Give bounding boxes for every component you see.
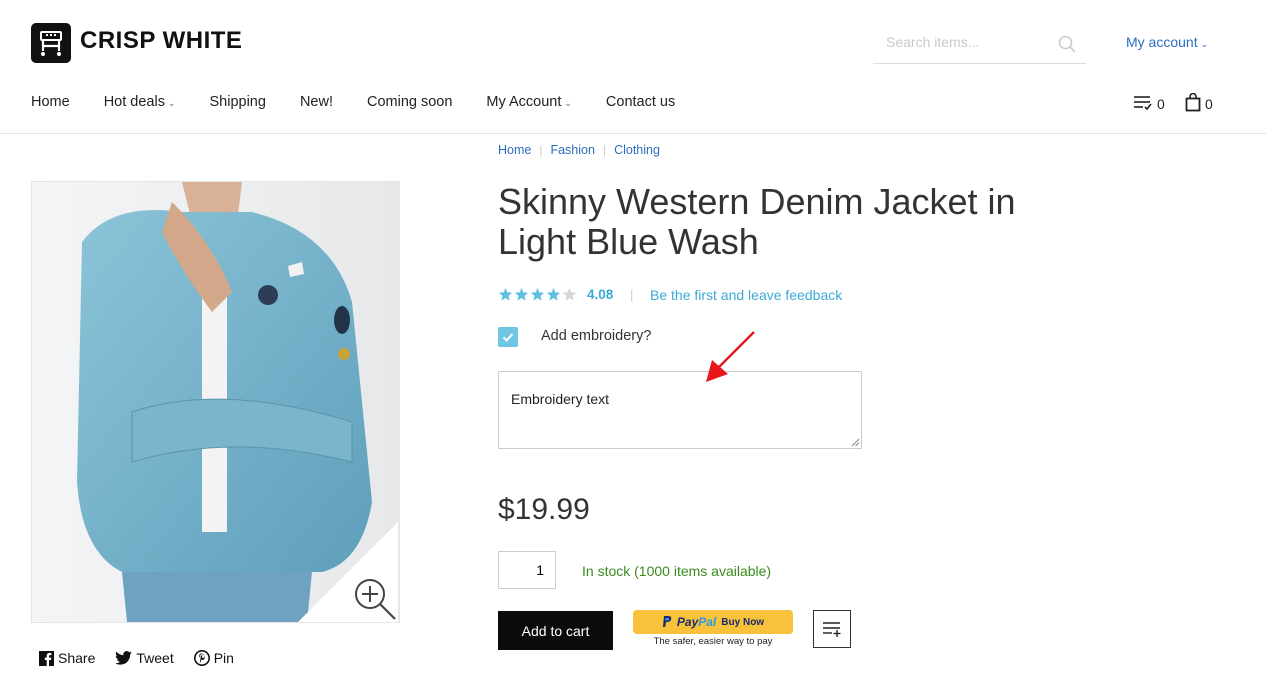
nav-item-label: Shipping xyxy=(209,94,266,110)
star-icon xyxy=(498,287,513,301)
star-icon xyxy=(514,287,529,301)
pinterest-pin-label: Pin xyxy=(213,650,234,666)
rating-value: 4.08 xyxy=(587,287,614,302)
star-icon xyxy=(562,287,577,301)
resize-handle-icon[interactable] xyxy=(851,438,860,447)
nav-item-shipping[interactable]: Shipping xyxy=(210,94,266,114)
breadcrumb-link-clothing[interactable]: Clothing xyxy=(614,143,660,157)
pinterest-pin-button[interactable]: Pin xyxy=(193,650,234,666)
compare-count: 0 xyxy=(1157,96,1165,112)
search-box xyxy=(873,24,1086,64)
leave-feedback-link[interactable]: Be the first and leave feedback xyxy=(650,287,842,303)
breadcrumb-separator: | xyxy=(539,143,543,157)
checkmark-icon xyxy=(502,333,514,342)
paypal-tagline: The safer, easier way to pay xyxy=(653,636,773,647)
search-input[interactable] xyxy=(873,24,1056,60)
header-divider xyxy=(0,133,1266,134)
twitter-tweet-button[interactable]: Tweet xyxy=(115,650,174,666)
nav-item-label: Home xyxy=(31,94,70,110)
cart-bag-icon[interactable] xyxy=(1185,93,1201,112)
paypal-icon xyxy=(662,616,672,627)
twitter-icon xyxy=(115,651,133,665)
embroidery-textarea-frame xyxy=(498,371,862,449)
main-nav: Home Hot deals ⌄ Shipping New! Coming soon My … xyxy=(31,94,709,114)
star-icon xyxy=(530,287,545,301)
nav-item-new[interactable]: New! xyxy=(300,94,333,114)
annotation-arrow-icon xyxy=(706,331,755,382)
nav-item-label: New! xyxy=(299,94,333,110)
product-price: $19.99 xyxy=(498,493,590,526)
stock-status: In stock (1000 items available) xyxy=(582,563,772,579)
add-to-compare-button[interactable] xyxy=(813,610,851,648)
add-to-cart-button[interactable]: Add to cart xyxy=(498,611,613,650)
product-title: Skinny Western Denim Jacket in Light Blu… xyxy=(498,181,1016,262)
embroidery-text-input[interactable] xyxy=(499,372,861,448)
nav-item-my-account[interactable]: My Account ⌄ xyxy=(486,94,572,114)
paypal-pay-text: Pay xyxy=(676,615,699,629)
rating-stars xyxy=(498,287,577,302)
chevron-down-icon: ⌄ xyxy=(1200,39,1209,49)
embroidery-label: Add embroidery? xyxy=(541,328,652,344)
star-icon xyxy=(546,287,561,301)
pinterest-icon xyxy=(193,650,210,666)
facebook-icon xyxy=(39,650,54,666)
nav-item-coming-soon[interactable]: Coming soon xyxy=(367,94,452,114)
my-account-label: My account xyxy=(1126,34,1198,50)
embroidery-checkbox[interactable] xyxy=(498,327,518,347)
breadcrumb: Home | Fashion | Clothing xyxy=(498,143,660,157)
nav-item-label: Contact us xyxy=(605,94,676,110)
paypal-pal-text: Pal xyxy=(698,615,717,629)
nav-item-label: Coming soon xyxy=(366,94,453,110)
twitter-tweet-label: Tweet xyxy=(136,650,174,666)
paypal-buy-now-label: Buy Now xyxy=(721,616,765,628)
nav-item-home[interactable]: Home xyxy=(31,94,70,114)
paypal-buy-now-button[interactable]: PayPal Buy Now xyxy=(633,610,793,634)
quantity-input[interactable] xyxy=(499,552,555,588)
paypal-logo-text: PayPal xyxy=(677,615,716,629)
chevron-down-icon: ⌄ xyxy=(167,98,176,108)
search-icon[interactable] xyxy=(1058,35,1076,53)
facebook-share-label: Share xyxy=(58,650,96,666)
breadcrumb-link-fashion[interactable]: Fashion xyxy=(550,143,594,157)
my-account-dropdown[interactable]: My account ⌄ xyxy=(1126,34,1208,50)
zoom-icon[interactable] xyxy=(298,522,398,622)
logo-icon[interactable] xyxy=(31,23,71,63)
add-to-list-icon xyxy=(823,622,841,637)
nav-item-label: My Account xyxy=(486,94,562,110)
rating-divider: | xyxy=(630,287,634,302)
nav-item-label: Hot deals xyxy=(103,94,165,110)
breadcrumb-separator: | xyxy=(602,143,607,157)
nav-item-contact-us[interactable]: Contact us xyxy=(606,94,675,114)
chevron-down-icon: ⌄ xyxy=(564,98,572,108)
nav-item-hot-deals[interactable]: Hot deals ⌄ xyxy=(104,94,176,114)
cart-count: 0 xyxy=(1205,96,1213,112)
logo-text[interactable]: CRISP WHITE xyxy=(80,27,242,55)
share-row: Share Tweet Pin xyxy=(39,650,234,666)
quantity-field-frame xyxy=(498,551,556,589)
compare-list-icon[interactable] xyxy=(1133,94,1153,112)
breadcrumb-link-home[interactable]: Home xyxy=(498,143,531,157)
facebook-share-button[interactable]: Share xyxy=(39,650,95,666)
